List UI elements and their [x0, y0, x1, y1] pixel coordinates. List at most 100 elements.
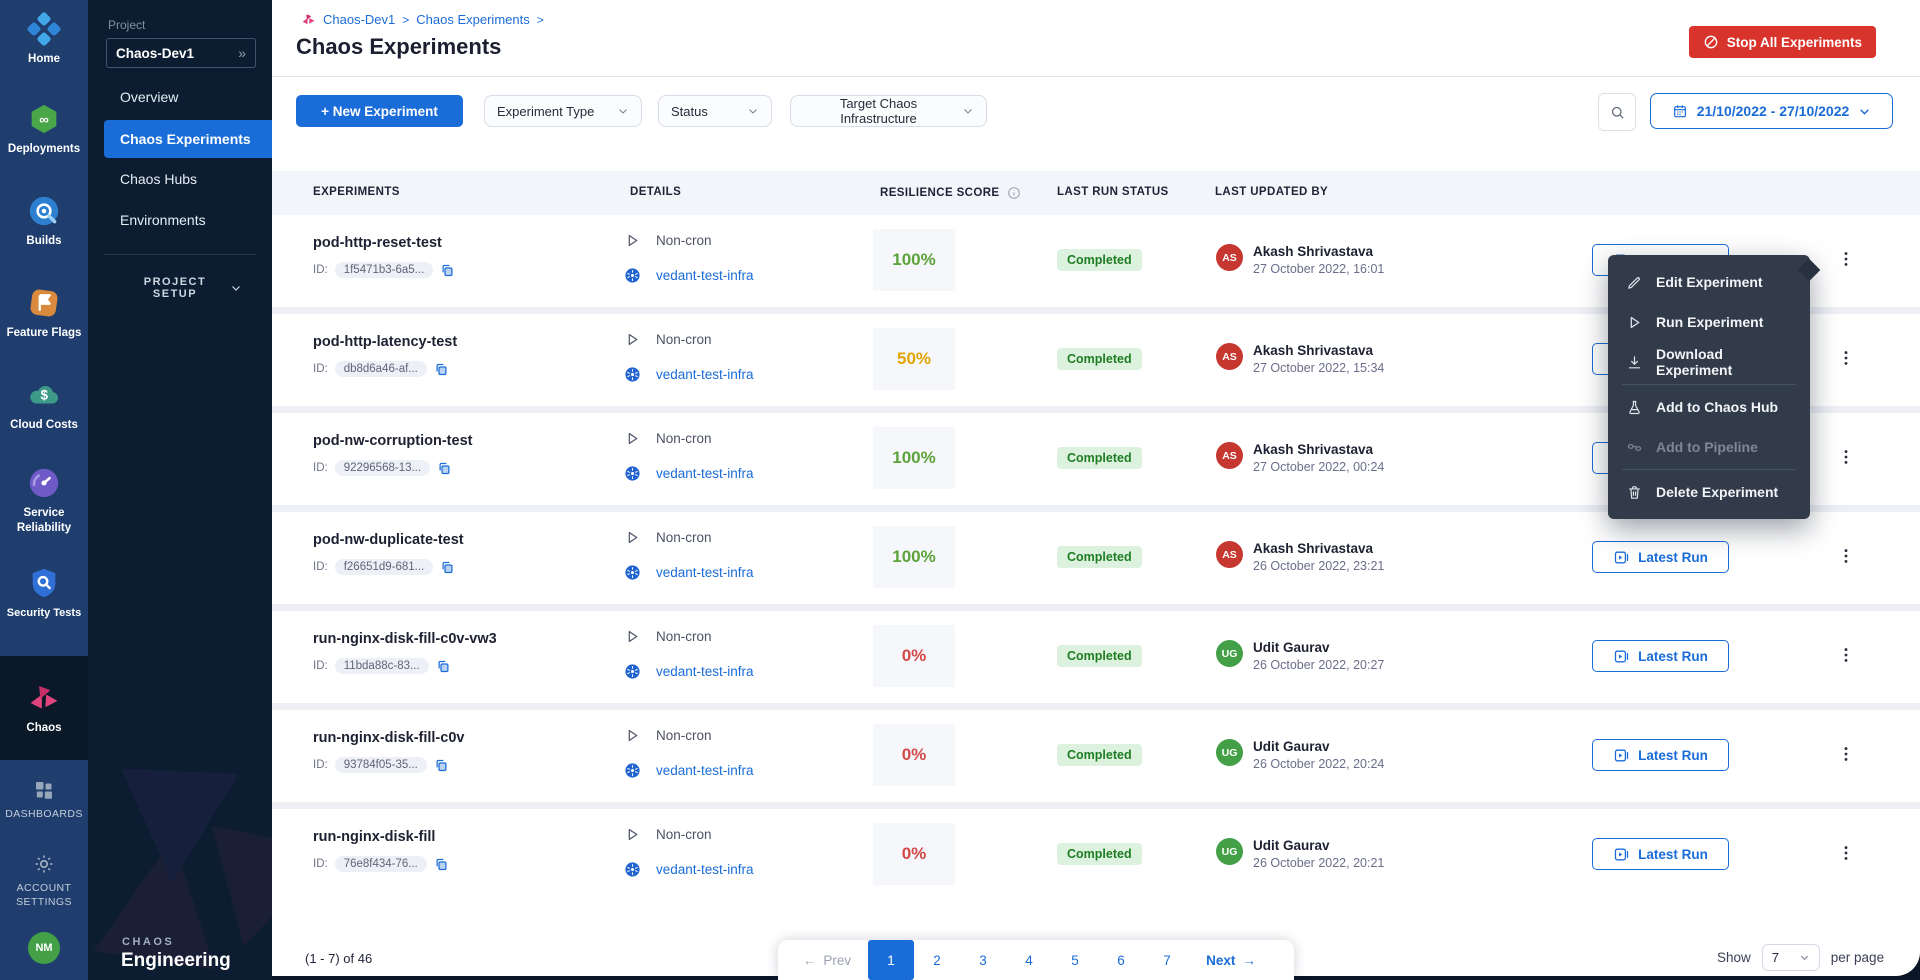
kebab-icon: [1836, 447, 1856, 467]
nav-deployments[interactable]: ∞ Deployments: [0, 102, 88, 157]
page-buttons: 1234567: [868, 940, 1190, 980]
infrastructure-link[interactable]: vedant-test-infra: [656, 367, 754, 382]
nav-cloud-costs[interactable]: $ Cloud Costs: [0, 378, 88, 433]
prev-page-button[interactable]: ← Prev: [786, 953, 868, 968]
resilience-score-value: 50%: [897, 349, 931, 369]
schedule-type: Non-cron: [656, 233, 712, 248]
breadcrumb-link-chaos-experiments[interactable]: Chaos Experiments: [416, 12, 529, 27]
user-name: Akash Shrivastava: [1253, 541, 1384, 556]
infrastructure-link[interactable]: vedant-test-infra: [656, 466, 754, 481]
date-range-picker[interactable]: 21/10/2022 - 27/10/2022: [1650, 93, 1893, 129]
menu-item-add-to-chaos-hub[interactable]: Add to Chaos Hub: [1608, 387, 1810, 427]
security-tests-icon: [27, 566, 61, 600]
kebab-icon: [1836, 348, 1856, 368]
user-avatar[interactable]: NM: [28, 932, 60, 964]
resilience-score: 0%: [873, 625, 955, 687]
copy-icon[interactable]: [436, 659, 451, 674]
copy-icon[interactable]: [437, 461, 452, 476]
infrastructure-link[interactable]: vedant-test-infra: [656, 664, 754, 679]
expand-project-icon[interactable]: »: [238, 45, 246, 61]
search-button[interactable]: [1598, 93, 1636, 131]
sidebar-item-environments[interactable]: Environments: [88, 201, 272, 239]
latest-run-label: Latest Run: [1638, 748, 1708, 763]
row-menu-button[interactable]: [1828, 835, 1864, 871]
sidebar-item-chaos-experiments[interactable]: Chaos Experiments: [104, 120, 272, 158]
experiment-id: 76e8f434-76...: [335, 856, 427, 872]
per-page-select[interactable]: 7: [1762, 944, 1820, 971]
nav-home[interactable]: Home: [0, 12, 88, 67]
copy-icon[interactable]: [434, 857, 449, 872]
menu-item-delete-experiment[interactable]: Delete Experiment: [1608, 472, 1810, 512]
play-icon: [624, 529, 641, 546]
page-button-6[interactable]: 6: [1098, 940, 1144, 980]
latest-run-label: Latest Run: [1638, 550, 1708, 565]
menu-item-run-experiment[interactable]: Run Experiment: [1608, 302, 1810, 342]
avatar: UG: [1216, 640, 1243, 667]
sidebar-item-chaos-hubs[interactable]: Chaos Hubs: [88, 160, 272, 198]
nav-security-tests[interactable]: Security Tests: [0, 566, 88, 620]
copy-icon[interactable]: [434, 758, 449, 773]
project-selector[interactable]: Chaos-Dev1 »: [106, 38, 256, 68]
infrastructure-link[interactable]: vedant-test-infra: [656, 763, 754, 778]
infrastructure-link[interactable]: vedant-test-infra: [656, 268, 754, 283]
nav-dashboards[interactable]: DASHBOARDS: [0, 778, 88, 822]
nav-account-settings[interactable]: ACCOUNT SETTINGS: [0, 852, 88, 909]
avatar: UG: [1216, 838, 1243, 865]
target-chaos-infrastructure-filter[interactable]: Target Chaos Infrastructure: [790, 95, 987, 127]
updated-timestamp: 26 October 2022, 20:27: [1253, 658, 1384, 672]
play-icon: [624, 232, 641, 249]
latest-run-label: Latest Run: [1638, 649, 1708, 664]
row-menu-button[interactable]: [1828, 736, 1864, 772]
header-divider: [272, 76, 1920, 77]
schedule-type: Non-cron: [656, 827, 712, 842]
page-button-5[interactable]: 5: [1052, 940, 1098, 980]
play-icon: [1626, 314, 1643, 331]
latest-run-label: Latest Run: [1638, 847, 1708, 862]
page-button-4[interactable]: 4: [1006, 940, 1052, 980]
page-button-7[interactable]: 7: [1144, 940, 1190, 980]
info-icon[interactable]: [1007, 186, 1021, 200]
page-button-1[interactable]: 1: [868, 940, 914, 980]
menu-item-add-to-pipeline[interactable]: Add to Pipeline: [1608, 427, 1810, 467]
row-menu-button[interactable]: [1828, 637, 1864, 673]
row-menu-button[interactable]: [1828, 340, 1864, 376]
new-experiment-button[interactable]: + New Experiment: [296, 95, 463, 127]
nav-builds[interactable]: Builds: [0, 194, 88, 249]
status-filter[interactable]: Status: [658, 95, 772, 127]
resilience-score-value: 100%: [892, 448, 935, 468]
row-menu-button[interactable]: [1828, 439, 1864, 475]
experiment-type-filter[interactable]: Experiment Type: [484, 95, 642, 127]
resilience-score-value: 100%: [892, 250, 935, 270]
row-menu-button[interactable]: [1828, 538, 1864, 574]
menu-item-edit-experiment[interactable]: Edit Experiment: [1608, 262, 1810, 302]
page-button-2[interactable]: 2: [914, 940, 960, 980]
nav-chaos[interactable]: Chaos: [0, 656, 88, 760]
latest-run-button[interactable]: Latest Run: [1592, 640, 1729, 672]
updated-timestamp: 26 October 2022, 20:24: [1253, 757, 1384, 771]
id-label: ID:: [313, 858, 328, 870]
latest-run-button[interactable]: Latest Run: [1592, 739, 1729, 771]
resilience-score: 100%: [873, 229, 955, 291]
sidebar-item-overview[interactable]: Overview: [88, 78, 272, 116]
gear-icon: [32, 852, 56, 876]
breadcrumb-link-project[interactable]: Chaos-Dev1: [323, 12, 395, 27]
page-button-3[interactable]: 3: [960, 940, 1006, 980]
copy-icon[interactable]: [440, 263, 455, 278]
nav-service-reliability[interactable]: Service Reliability: [0, 466, 88, 536]
copy-icon[interactable]: [434, 362, 449, 377]
copy-icon[interactable]: [440, 560, 455, 575]
latest-run-button[interactable]: Latest Run: [1592, 541, 1729, 573]
nav-feature-flags[interactable]: Feature Flags: [0, 286, 88, 341]
infrastructure-link[interactable]: vedant-test-infra: [656, 565, 754, 580]
latest-run-button[interactable]: Latest Run: [1592, 838, 1729, 870]
experiment-id: 1f5471b3-6a5...: [335, 262, 434, 278]
project-setup-toggle[interactable]: PROJECT SETUP: [120, 276, 242, 300]
menu-item-download-experiment[interactable]: Download Experiment: [1608, 342, 1810, 382]
per-page-label: per page: [1831, 950, 1884, 965]
infrastructure-link[interactable]: vedant-test-infra: [656, 862, 754, 877]
chevron-down-icon: [1799, 952, 1810, 963]
stop-all-experiments-button[interactable]: Stop All Experiments: [1689, 26, 1876, 58]
row-menu-button[interactable]: [1828, 241, 1864, 277]
next-page-button[interactable]: Next →: [1190, 953, 1272, 968]
breadcrumb-separator: >: [402, 13, 409, 27]
